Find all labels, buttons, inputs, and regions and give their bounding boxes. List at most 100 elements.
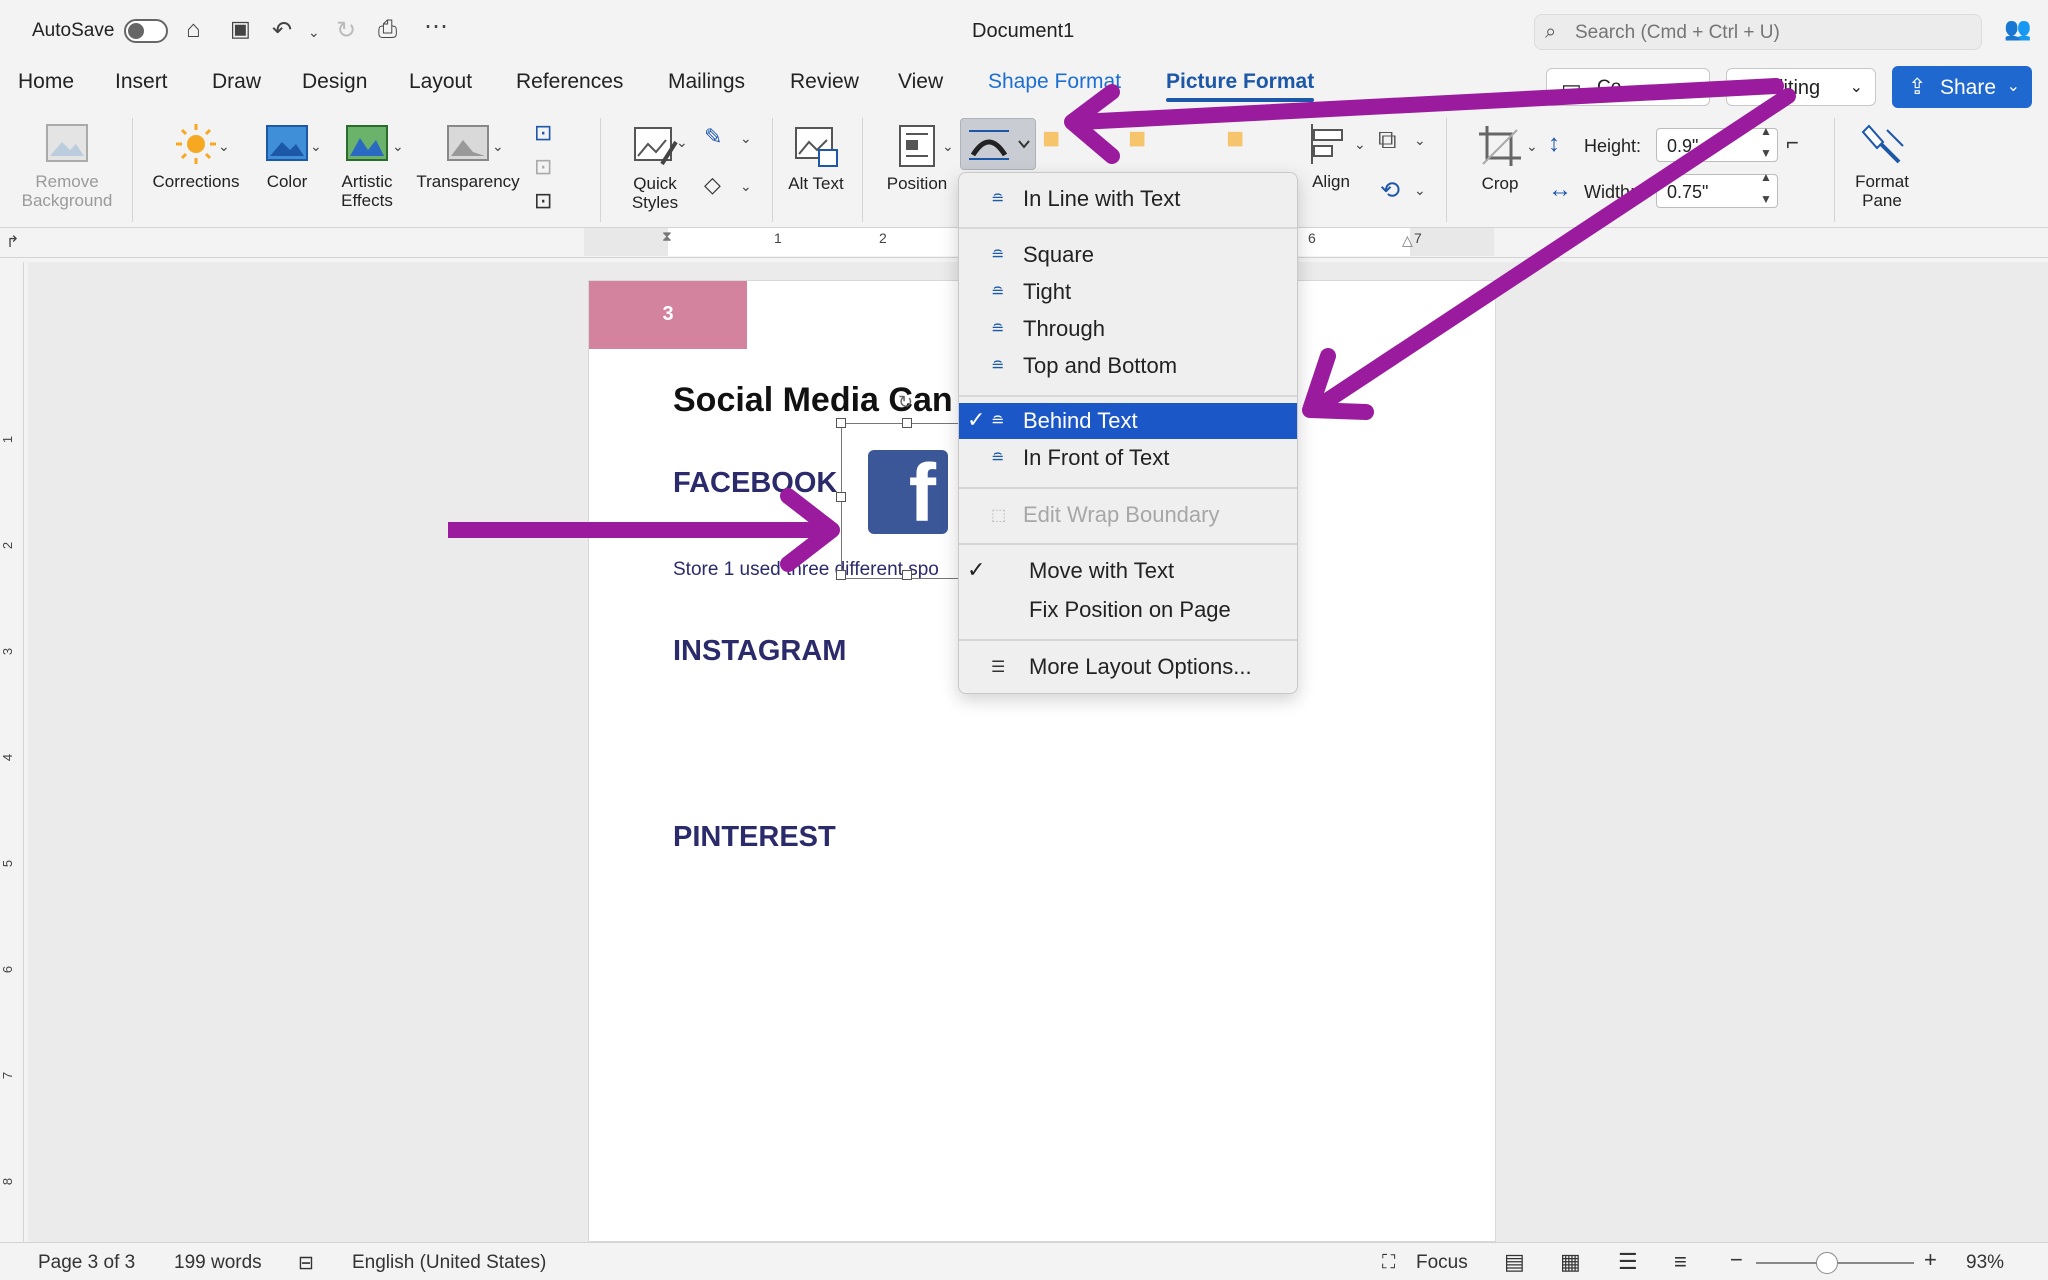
rotate-handle-icon[interactable]: ↻ [898, 392, 913, 413]
chevron-down-icon[interactable]: ⌄ [676, 134, 688, 151]
increment-icon[interactable]: ▲ [1760, 170, 1772, 184]
redo-icon[interactable]: ↻ [336, 16, 356, 45]
alt-text-button[interactable]: Alt Text [782, 124, 850, 193]
rotate-icon[interactable]: ⟲ [1380, 176, 1400, 205]
reset-picture-icon[interactable]: ⊡ [534, 188, 552, 214]
facebook-logo-icon[interactable]: f [868, 450, 948, 538]
compress-pictures-icon[interactable]: ⊡ [534, 120, 552, 146]
web-layout-icon[interactable]: ▦ [1560, 1249, 1581, 1275]
tab-design[interactable]: Design [302, 70, 367, 94]
zoom-out-icon[interactable]: − [1730, 1247, 1743, 1273]
tab-selector-icon[interactable]: ↱ [6, 232, 19, 252]
lock-aspect-icon[interactable]: ⌐ [1786, 130, 1799, 156]
menu-item-through[interactable]: ≘ Through [959, 311, 1297, 347]
tab-layout[interactable]: Layout [409, 70, 472, 94]
decrement-icon[interactable]: ▼ [1760, 146, 1772, 160]
tab-home[interactable]: Home [18, 70, 74, 94]
picture-effects-icon[interactable]: ◇ [704, 172, 721, 198]
home-icon[interactable]: ⌂ [186, 16, 201, 44]
tab-review[interactable]: Review [790, 70, 859, 94]
focus-icon[interactable]: ⛶ [1382, 1252, 1395, 1274]
tab-draw[interactable]: Draw [212, 70, 261, 94]
tab-mailings[interactable]: Mailings [668, 70, 745, 94]
indent-marker[interactable]: ⧗ [662, 228, 672, 245]
tab-picture-format[interactable]: Picture Format [1166, 70, 1315, 102]
right-indent-marker[interactable]: △ [1402, 232, 1413, 249]
wrap-text-button[interactable] [960, 118, 1036, 170]
resize-handle[interactable] [836, 492, 846, 502]
menu-item-move-with-text[interactable]: ✓ Move with Text [959, 553, 1297, 589]
artistic-effects-button[interactable]: Artistic Effects [330, 122, 404, 210]
menu-item-in-front-of-text[interactable]: ≘ In Front of Text [959, 440, 1297, 476]
focus-button[interactable]: Focus [1416, 1252, 1468, 1274]
crop-button[interactable]: Crop [1462, 124, 1538, 193]
resize-handle[interactable] [902, 418, 912, 428]
people-icon[interactable]: 👥 [2004, 16, 2031, 42]
print-layout-icon[interactable]: ▤ [1504, 1249, 1525, 1275]
undo-dropdown-icon[interactable]: ⌄ [308, 24, 320, 41]
send-backward-icon[interactable]: ■ [1128, 122, 1146, 156]
align-button[interactable]: Align [1296, 122, 1366, 191]
resize-handle[interactable] [836, 418, 846, 428]
menu-item-in-line-with-text[interactable]: ≘ In Line with Text [959, 181, 1297, 217]
zoom-slider-thumb[interactable] [1816, 1252, 1838, 1274]
chevron-down-icon[interactable]: ⌄ [492, 138, 504, 155]
resize-handle[interactable] [836, 570, 846, 580]
remove-background-button[interactable]: Remove Background [12, 122, 122, 210]
change-picture-icon[interactable]: ⊡ [534, 154, 552, 180]
tab-insert[interactable]: Insert [115, 70, 168, 94]
menu-item-square[interactable]: ≘ Square [959, 237, 1297, 273]
zoom-level[interactable]: 93% [1966, 1252, 2004, 1274]
menu-item-tight[interactable]: ≘ Tight [959, 274, 1297, 310]
draft-view-icon[interactable]: ≡ [1674, 1249, 1687, 1275]
chevron-down-icon[interactable]: ⌄ [310, 138, 322, 155]
chevron-down-icon[interactable]: ⌄ [740, 178, 752, 195]
share-button[interactable]: ⇪ Share ⌄ [1892, 66, 2032, 108]
transparency-button[interactable]: Transparency [410, 122, 526, 191]
menu-item-behind-text[interactable]: ✓ ≘ Behind Text [959, 403, 1297, 439]
zoom-in-icon[interactable]: + [1924, 1247, 1937, 1273]
autosave-toggle[interactable] [124, 19, 168, 43]
comments-button[interactable]: ▭ Co [1546, 68, 1710, 106]
save-icon[interactable]: ▣ [230, 16, 251, 42]
print-icon[interactable]: ⎙ [378, 16, 397, 44]
word-count[interactable]: 199 words [174, 1252, 262, 1274]
format-pane-button[interactable]: Format Pane [1844, 122, 1920, 210]
undo-icon[interactable]: ↶ [272, 16, 292, 45]
tab-references[interactable]: References [516, 70, 623, 94]
chevron-down-icon[interactable]: ⌄ [392, 138, 404, 155]
decrement-icon[interactable]: ▼ [1760, 192, 1772, 206]
increment-icon[interactable]: ▲ [1760, 124, 1772, 138]
chevron-down-icon[interactable]: ⌄ [218, 138, 230, 155]
color-button[interactable]: Color [252, 122, 322, 191]
menu-item-more-layout-options[interactable]: ☰ More Layout Options... [959, 649, 1297, 685]
menu-item-top-and-bottom[interactable]: ≘ Top and Bottom [959, 348, 1297, 384]
facebook-heading[interactable]: FACEBOOK [673, 467, 837, 500]
resize-handle[interactable] [902, 570, 912, 580]
proofing-icon[interactable]: ⊟ [298, 1252, 314, 1275]
selection-pane-icon[interactable]: ■ [1226, 122, 1244, 156]
editing-button[interactable]: Editing ⌄ [1726, 68, 1876, 106]
chevron-down-icon[interactable]: ⌄ [1414, 182, 1426, 199]
chevron-down-icon[interactable]: ⌄ [1414, 132, 1426, 149]
bring-forward-icon[interactable]: ■ [1042, 122, 1060, 156]
more-icon[interactable]: ⋯ [424, 12, 448, 41]
chevron-down-icon[interactable]: ⌄ [740, 130, 752, 147]
chevron-down-icon[interactable]: ⌄ [1526, 138, 1538, 155]
instagram-heading[interactable]: INSTAGRAM [673, 635, 846, 668]
tab-shape-format[interactable]: Shape Format [988, 70, 1121, 94]
chevron-down-icon[interactable]: ⌄ [942, 138, 954, 155]
search-input[interactable] [1575, 22, 1965, 44]
outline-view-icon[interactable]: ☰ [1618, 1249, 1638, 1275]
tab-view[interactable]: View [898, 70, 943, 94]
group-icon[interactable]: ⧉ [1378, 124, 1397, 156]
position-button[interactable]: Position [874, 124, 960, 193]
menu-item-fix-position-on-page[interactable]: Fix Position on Page [959, 592, 1297, 628]
language-indicator[interactable]: English (United States) [352, 1252, 546, 1274]
picture-border-icon[interactable]: ✎ [704, 124, 722, 150]
search-box[interactable]: ⌕ [1534, 14, 1982, 50]
pinterest-heading[interactable]: PINTEREST [673, 821, 836, 854]
corrections-button[interactable]: Corrections [146, 122, 246, 191]
chevron-down-icon[interactable]: ⌄ [1354, 136, 1366, 153]
page-indicator[interactable]: Page 3 of 3 [38, 1252, 135, 1274]
